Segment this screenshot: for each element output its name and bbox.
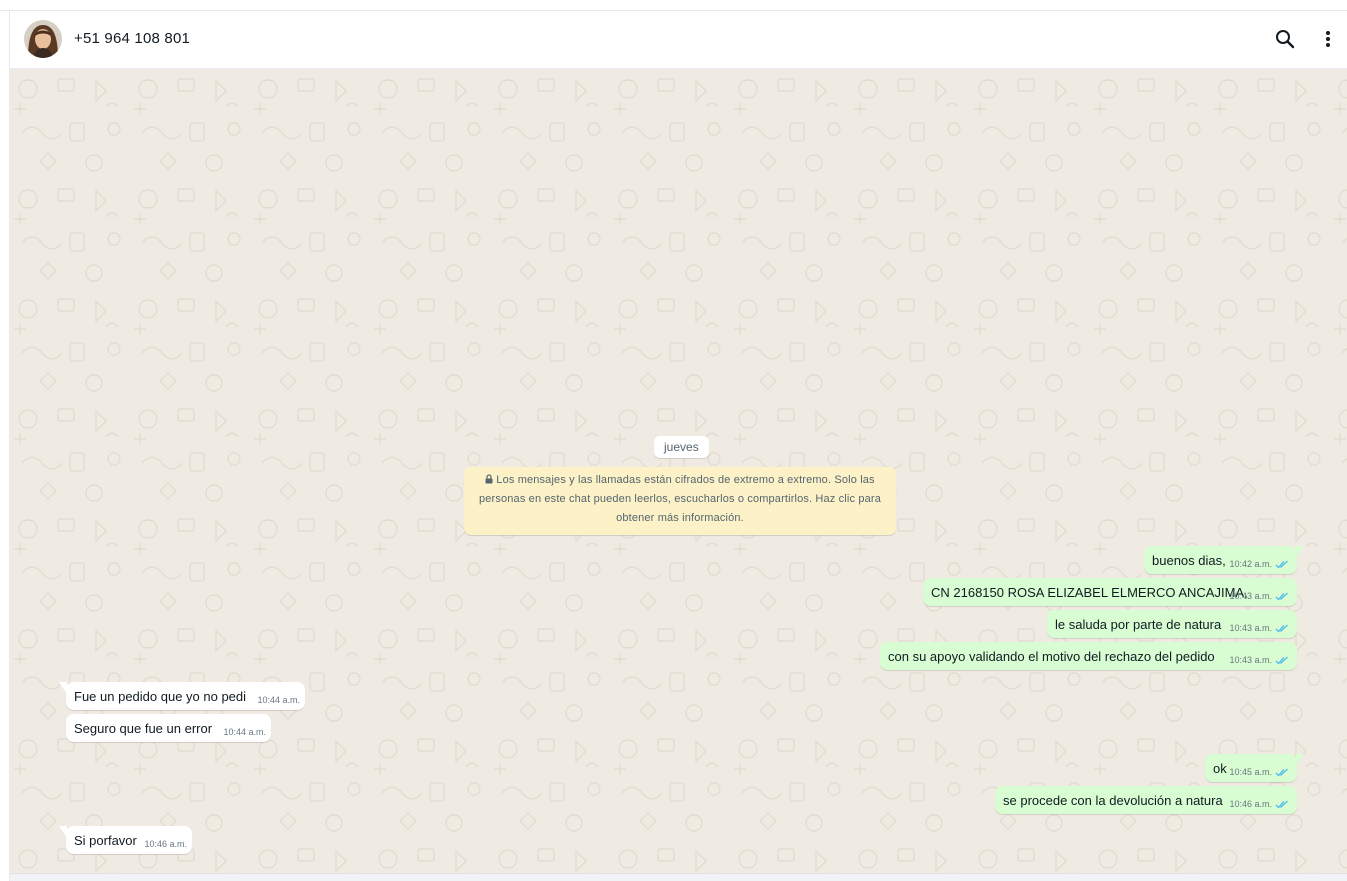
message-meta: 10:46 a.m. [1229, 799, 1289, 809]
message-text: Fue un pedido que yo no pedi [74, 689, 247, 704]
double-check-icon [1275, 656, 1288, 664]
lock-icon [485, 474, 493, 484]
more-vertical-icon [1326, 31, 1330, 47]
message-time: 10:44 a.m. [257, 695, 300, 705]
double-check-icon [1275, 592, 1288, 600]
message-meta: 10:42 a.m. [1229, 559, 1289, 569]
message-time: 10:45 a.m. [1229, 767, 1272, 777]
whatsapp-chat-window: +51 964 108 801 jueves Los mensajes y la… [0, 0, 1347, 881]
chat-messages-area[interactable]: jueves Los mensajes y las llamadas están… [10, 69, 1347, 873]
search-button[interactable] [1273, 27, 1297, 51]
message-time: 10:43 a.m. [1229, 623, 1272, 633]
message-bubble-outgoing[interactable]: le saluda por parte de natura 10:43 a.m. [1047, 610, 1297, 638]
message-text: se procede con la devolución a natura [1003, 793, 1223, 808]
encryption-notice[interactable]: Los mensajes y las llamadas están cifrad… [464, 467, 896, 535]
message-meta: 10:43 a.m. [1229, 623, 1289, 633]
bubble-tail [59, 682, 67, 694]
message-bubble-outgoing[interactable]: se procede con la devolución a natura 10… [995, 786, 1297, 814]
double-check-icon [1275, 624, 1288, 632]
menu-button[interactable] [1316, 27, 1340, 51]
message-text: CN 2168150 ROSA ELIZABEL ELMERCO ANCAJIM… [931, 585, 1248, 600]
message-text: ok [1213, 761, 1227, 776]
message-time: 10:43 a.m. [1229, 655, 1272, 665]
message-bubble-incoming[interactable]: Seguro que fue un error 10:44 a.m. [66, 714, 271, 742]
search-icon [1276, 30, 1295, 49]
date-separator: jueves [654, 436, 709, 458]
message-bubble-outgoing[interactable]: ok 10:45 a.m. [1205, 754, 1304, 782]
message-text: buenos dias, [1152, 553, 1226, 568]
message-text: Si porfavor [74, 833, 137, 848]
contact-name[interactable]: +51 964 108 801 [74, 30, 190, 47]
message-meta: 10:45 a.m. [1229, 767, 1289, 777]
message-bubble-outgoing[interactable]: con su apoyo validando el motivo del rec… [880, 642, 1297, 670]
composer-bar-edge [10, 873, 1347, 881]
double-check-icon [1275, 560, 1288, 568]
message-time: 10:46 a.m. [1229, 799, 1272, 809]
bubble-tail [1296, 546, 1304, 558]
message-text: con su apoyo validando el motivo del rec… [888, 649, 1215, 664]
message-bubble-incoming[interactable]: Si porfavor 10:46 a.m. [59, 826, 192, 854]
message-bubble-outgoing[interactable]: buenos dias, 10:42 a.m. [1144, 546, 1304, 574]
chat-header: +51 964 108 801 [10, 11, 1347, 69]
encryption-notice-text: Los mensajes y las llamadas están cifrad… [479, 474, 881, 524]
message-time: 10:44 a.m. [223, 727, 266, 737]
message-text: Seguro que fue un error [74, 721, 213, 736]
message-bubble-outgoing[interactable]: CN 2168150 ROSA ELIZABEL ELMERCO ANCAJIM… [923, 578, 1297, 606]
bubble-tail [59, 826, 67, 838]
message-time: 10:46 a.m. [144, 839, 187, 849]
double-check-icon [1275, 800, 1288, 808]
avatar-photo [24, 20, 62, 58]
bubble-tail [1296, 754, 1304, 766]
avatar[interactable] [24, 20, 62, 58]
message-time: 10:43 a.m. [1229, 591, 1272, 601]
message-time: 10:42 a.m. [1229, 559, 1272, 569]
message-meta: 10:43 a.m. [1229, 591, 1289, 601]
message-meta: 10:43 a.m. [1229, 655, 1289, 665]
double-check-icon [1275, 768, 1288, 776]
message-text: le saluda por parte de natura [1055, 617, 1222, 632]
message-bubble-incoming[interactable]: Fue un pedido que yo no pedi 10:44 a.m. [59, 682, 305, 710]
